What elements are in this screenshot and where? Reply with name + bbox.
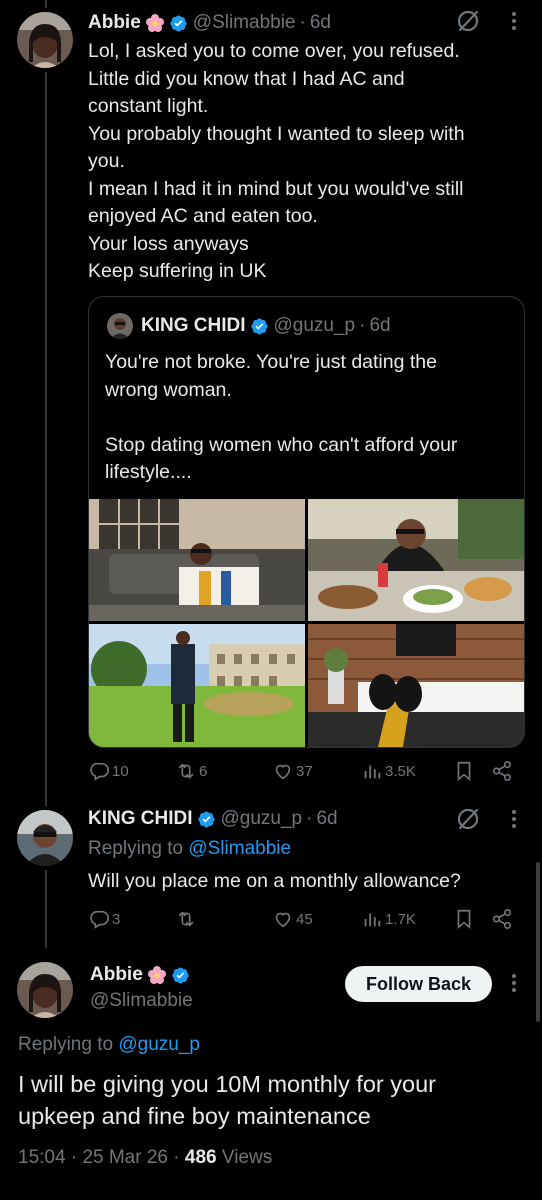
quote-avatar	[107, 313, 133, 339]
quoted-tweet-card[interactable]: KING CHIDI @guzu_p · 6d You're not broke…	[88, 296, 525, 748]
main-tweet-text: I will be giving you 10M monthly for you…	[18, 1071, 436, 1129]
feet-on-table-photo[interactable]	[308, 624, 524, 747]
more-icon[interactable]	[504, 8, 524, 34]
tweet1-header: Abbie @Slimabbie · 6d	[88, 12, 331, 34]
dining-table-photo[interactable]	[308, 499, 524, 621]
share-button[interactable]	[491, 756, 515, 786]
heart-icon	[275, 912, 291, 928]
quote-display-name: KING CHIDI	[141, 315, 246, 336]
like-button[interactable]: 45	[272, 904, 313, 934]
quote-text: You're not broke. You're just dating the…	[105, 351, 458, 483]
tweet-meta: 15:04 · 25 Mar 26 · 486 Views	[18, 1147, 272, 1169]
separator: ·	[359, 315, 366, 336]
tweet2-action-bar: 3 45 1.7K	[88, 904, 518, 934]
tweet1-text: Lol, I asked you to come over, you refus…	[88, 40, 465, 282]
separator: ·	[299, 12, 306, 33]
repost-button[interactable]: 6	[175, 756, 207, 786]
grok-icon[interactable]	[455, 8, 481, 34]
share-icon	[492, 761, 512, 781]
heart-icon	[275, 764, 291, 780]
mention-link[interactable]: @Slimabbie	[188, 838, 291, 859]
tweet-date[interactable]: 25 Mar 26	[82, 1147, 168, 1168]
flower-emoji-icon	[145, 13, 165, 33]
avatar[interactable]	[17, 962, 73, 1018]
replying-to: Replying to @guzu_p	[18, 1034, 200, 1056]
avatar[interactable]	[17, 810, 73, 866]
reply-count: 3	[112, 910, 121, 928]
separator: ·	[70, 1147, 78, 1168]
views-count: 3.5K	[385, 762, 416, 780]
bookmark-icon	[457, 909, 471, 930]
tweet-time[interactable]: 15:04	[18, 1147, 66, 1168]
replying-prefix: Replying to	[88, 838, 184, 859]
like-count: 37	[296, 762, 313, 780]
photo-grid	[89, 499, 524, 747]
tweet2-text: Will you place me on a monthly allowance…	[88, 870, 461, 892]
quote-username: @guzu_p	[273, 315, 356, 336]
repost-icon	[178, 763, 194, 779]
follow-back-button[interactable]: Follow Back	[345, 966, 492, 1002]
username[interactable]: @Slimabbie	[193, 12, 296, 34]
verified-badge-icon	[171, 966, 190, 985]
views-count: 486	[184, 1147, 217, 1168]
reply-icon	[90, 762, 109, 781]
avatar[interactable]	[17, 12, 73, 68]
verified-badge-icon	[169, 14, 188, 33]
repost-button[interactable]	[175, 904, 199, 934]
separator: ·	[306, 808, 313, 829]
like-count: 45	[296, 910, 313, 928]
reply-button[interactable]: 10	[88, 756, 129, 786]
verified-badge-icon	[250, 317, 269, 336]
grok-icon[interactable]	[455, 806, 481, 832]
repost-icon	[178, 911, 194, 927]
thread-line-2	[45, 870, 47, 948]
thread-line-top	[45, 0, 47, 8]
timestamp[interactable]: 6d	[316, 808, 337, 830]
bookmark-button[interactable]	[453, 904, 477, 934]
views-icon	[364, 913, 381, 927]
thread-line-1	[45, 72, 47, 806]
reply-count: 10	[112, 762, 129, 780]
flower-emoji-icon	[147, 965, 167, 985]
quote-timestamp: 6d	[369, 315, 391, 336]
mention-link[interactable]: @guzu_p	[118, 1034, 200, 1055]
views-icon	[364, 765, 381, 779]
repost-count: 6	[199, 762, 208, 780]
display-name[interactable]: KING CHIDI	[88, 808, 193, 830]
main-tweet-handle[interactable]: @Slimabbie	[90, 990, 193, 1012]
scrollbar[interactable]	[536, 862, 540, 1022]
reply-icon	[90, 910, 109, 929]
username[interactable]: @guzu_p	[221, 808, 303, 830]
estate-lawn-photo[interactable]	[89, 624, 305, 747]
views-label: Views	[221, 1147, 273, 1168]
tweet1-action-bar: 10 6 37 3.5K	[88, 756, 518, 786]
views-button[interactable]: 1.7K	[361, 904, 416, 934]
more-icon[interactable]	[504, 970, 524, 996]
quote-header: KING CHIDI @guzu_p · 6d	[107, 313, 391, 339]
share-button[interactable]	[491, 904, 515, 934]
like-button[interactable]: 37	[272, 756, 313, 786]
man-on-sofa-photo[interactable]	[89, 499, 305, 621]
tweet2-header: KING CHIDI @guzu_p · 6d	[88, 808, 338, 830]
main-tweet-name-row: Abbie	[90, 964, 195, 986]
views-count: 1.7K	[385, 910, 416, 928]
views-button[interactable]: 3.5K	[361, 756, 416, 786]
share-icon	[492, 909, 512, 929]
timestamp[interactable]: 6d	[310, 12, 331, 34]
separator: ·	[173, 1147, 180, 1168]
bookmark-button[interactable]	[453, 756, 477, 786]
more-icon[interactable]	[504, 806, 524, 832]
display-name[interactable]: Abbie	[90, 964, 143, 986]
reply-button[interactable]: 3	[88, 904, 120, 934]
bookmark-icon	[457, 761, 471, 782]
display-name[interactable]: Abbie	[88, 12, 141, 34]
verified-badge-icon	[197, 810, 216, 829]
replying-to: Replying to @Slimabbie	[88, 838, 291, 860]
replying-prefix: Replying to	[18, 1034, 114, 1055]
